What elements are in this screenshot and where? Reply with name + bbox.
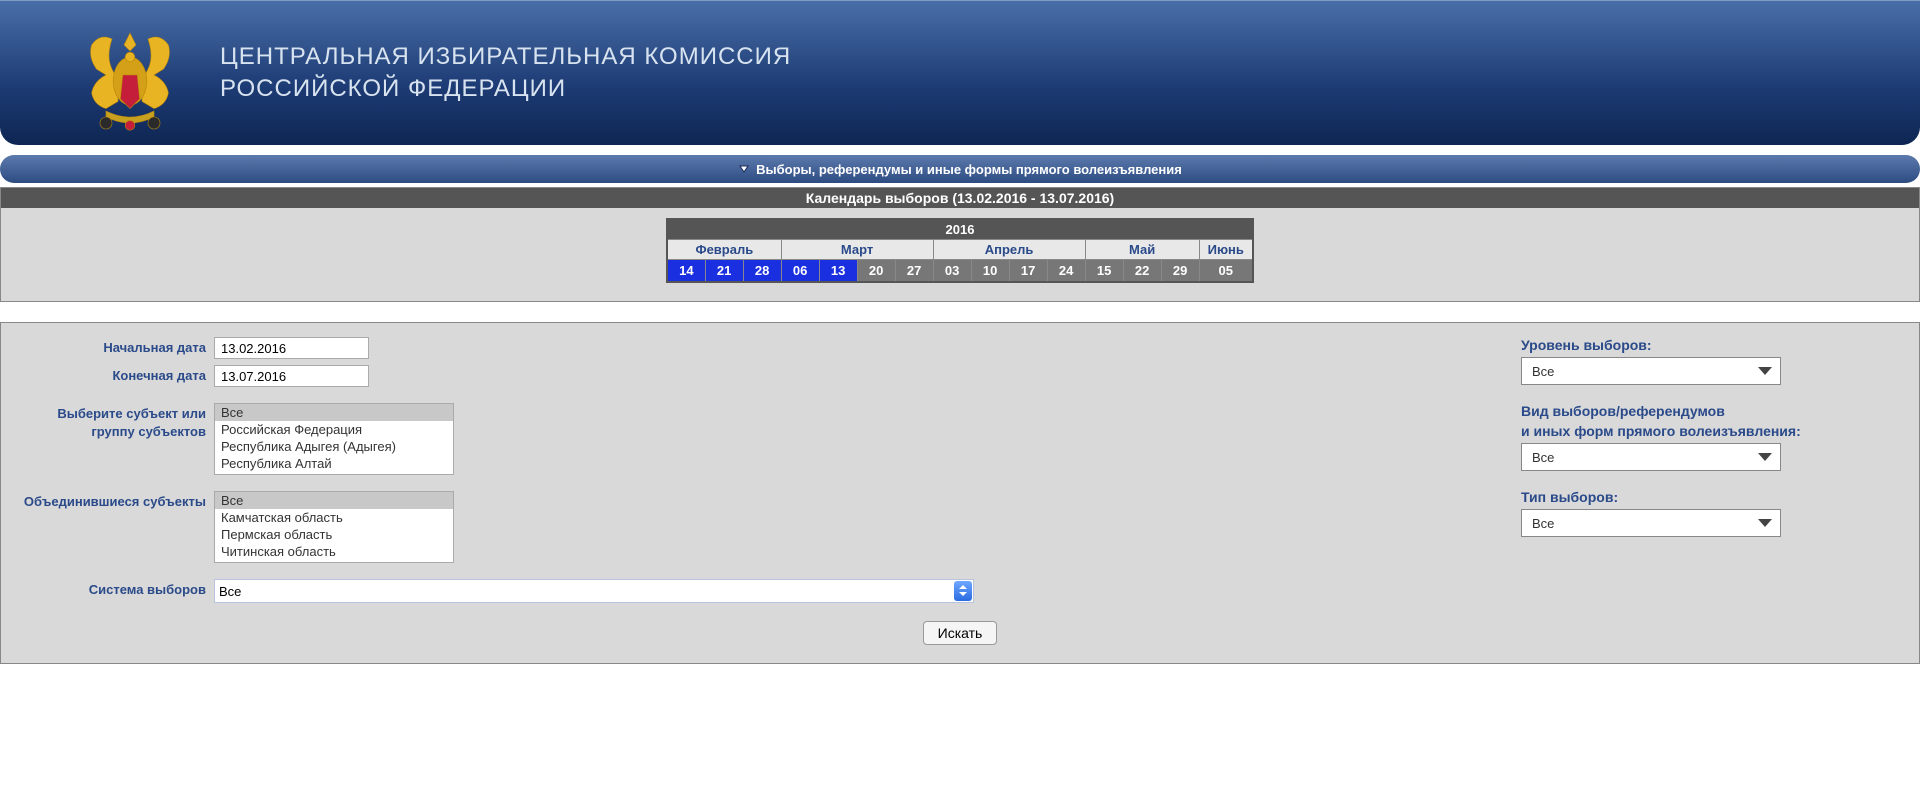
list-item[interactable]: Республика Алтай (215, 455, 453, 472)
chevron-down-icon (1758, 519, 1772, 527)
chevron-down-icon (1758, 453, 1772, 461)
month-jun[interactable]: Июнь (1199, 240, 1253, 260)
header-title-block: ЦЕНТРАЛЬНАЯ ИЗБИРАТЕЛЬНАЯ КОМИССИЯ РОССИ… (220, 43, 791, 103)
kind-value: Все (1532, 450, 1554, 465)
search-button[interactable]: Искать (923, 621, 998, 645)
calendar-table: 2016 Февраль Март Апрель Май Июнь 14 21 … (666, 218, 1254, 283)
level-value: Все (1532, 364, 1554, 379)
kind-dropdown[interactable]: Все (1521, 443, 1781, 471)
merged-label: Объединившиеся субъекты (19, 491, 214, 511)
calendar-day[interactable]: 10 (971, 260, 1009, 283)
list-item[interactable]: Пермская область (215, 526, 453, 543)
calendar-year: 2016 (667, 219, 1253, 240)
header-line-1: ЦЕНТРАЛЬНАЯ ИЗБИРАТЕЛЬНАЯ КОМИССИЯ (220, 43, 791, 71)
month-feb[interactable]: Февраль (667, 240, 781, 260)
calendar-day[interactable]: 20 (857, 260, 895, 283)
system-label: Система выборов (19, 579, 214, 599)
merged-listbox[interactable]: Все Камчатская область Пермская область … (214, 491, 454, 563)
list-item[interactable]: Камчатская область (215, 509, 453, 526)
level-label: Уровень выборов: (1521, 337, 1901, 353)
nav-bar[interactable]: Выборы, референдумы и иные формы прямого… (0, 155, 1920, 183)
kind-label-1: Вид выборов/референдумов (1521, 403, 1901, 419)
list-item[interactable]: Республика Адыгея (Адыгея) (215, 438, 453, 455)
header-line-2: РОССИЙСКОЙ ФЕДЕРАЦИИ (220, 75, 791, 103)
list-item[interactable]: Все (215, 492, 453, 509)
calendar-day[interactable]: 21 (705, 260, 743, 283)
site-header: ЦЕНТРАЛЬНАЯ ИЗБИРАТЕЛЬНАЯ КОМИССИЯ РОССИ… (0, 0, 1920, 145)
calendar-day[interactable]: 06 (781, 260, 819, 283)
type-label: Тип выборов: (1521, 489, 1901, 505)
start-date-input[interactable] (214, 337, 369, 359)
level-dropdown[interactable]: Все (1521, 357, 1781, 385)
calendar-day[interactable]: 14 (667, 260, 705, 283)
chevron-down-icon (1758, 367, 1772, 375)
subject-listbox[interactable]: Все Российская Федерация Республика Адыг… (214, 403, 454, 475)
calendar-day[interactable]: 17 (1009, 260, 1047, 283)
month-mar[interactable]: Март (781, 240, 933, 260)
emblem-icon (70, 15, 190, 135)
type-value: Все (1532, 516, 1554, 531)
calendar-day[interactable]: 27 (895, 260, 933, 283)
subject-label: Выберите субъект или группу субъектов (19, 403, 214, 441)
kind-label-2: и иных форм прямого волеизъявления: (1521, 423, 1901, 439)
calendar-day[interactable]: 28 (743, 260, 781, 283)
calendar-day[interactable]: 05 (1199, 260, 1253, 283)
start-date-label: Начальная дата (19, 337, 214, 357)
calendar-day[interactable]: 24 (1047, 260, 1085, 283)
calendar-day[interactable]: 15 (1085, 260, 1123, 283)
list-item[interactable]: Читинская область (215, 543, 453, 560)
end-date-input[interactable] (214, 365, 369, 387)
month-may[interactable]: Май (1085, 240, 1199, 260)
calendar-day[interactable]: 03 (933, 260, 971, 283)
system-select[interactable]: Все (214, 579, 974, 603)
month-apr[interactable]: Апрель (933, 240, 1085, 260)
calendar-title: Календарь выборов (13.02.2016 - 13.07.20… (1, 188, 1919, 208)
list-item[interactable]: Российская Федерация (215, 421, 453, 438)
calendar-day[interactable]: 13 (819, 260, 857, 283)
list-item[interactable]: Все (215, 404, 453, 421)
calendar-block: Календарь выборов (13.02.2016 - 13.07.20… (0, 187, 1920, 302)
search-form: Начальная дата Конечная дата Выберите су… (0, 322, 1920, 664)
type-dropdown[interactable]: Все (1521, 509, 1781, 537)
chevron-down-icon (738, 163, 750, 175)
end-date-label: Конечная дата (19, 365, 214, 385)
calendar-day[interactable]: 22 (1123, 260, 1161, 283)
calendar-day[interactable]: 29 (1161, 260, 1199, 283)
nav-title: Выборы, референдумы и иные формы прямого… (756, 162, 1182, 177)
